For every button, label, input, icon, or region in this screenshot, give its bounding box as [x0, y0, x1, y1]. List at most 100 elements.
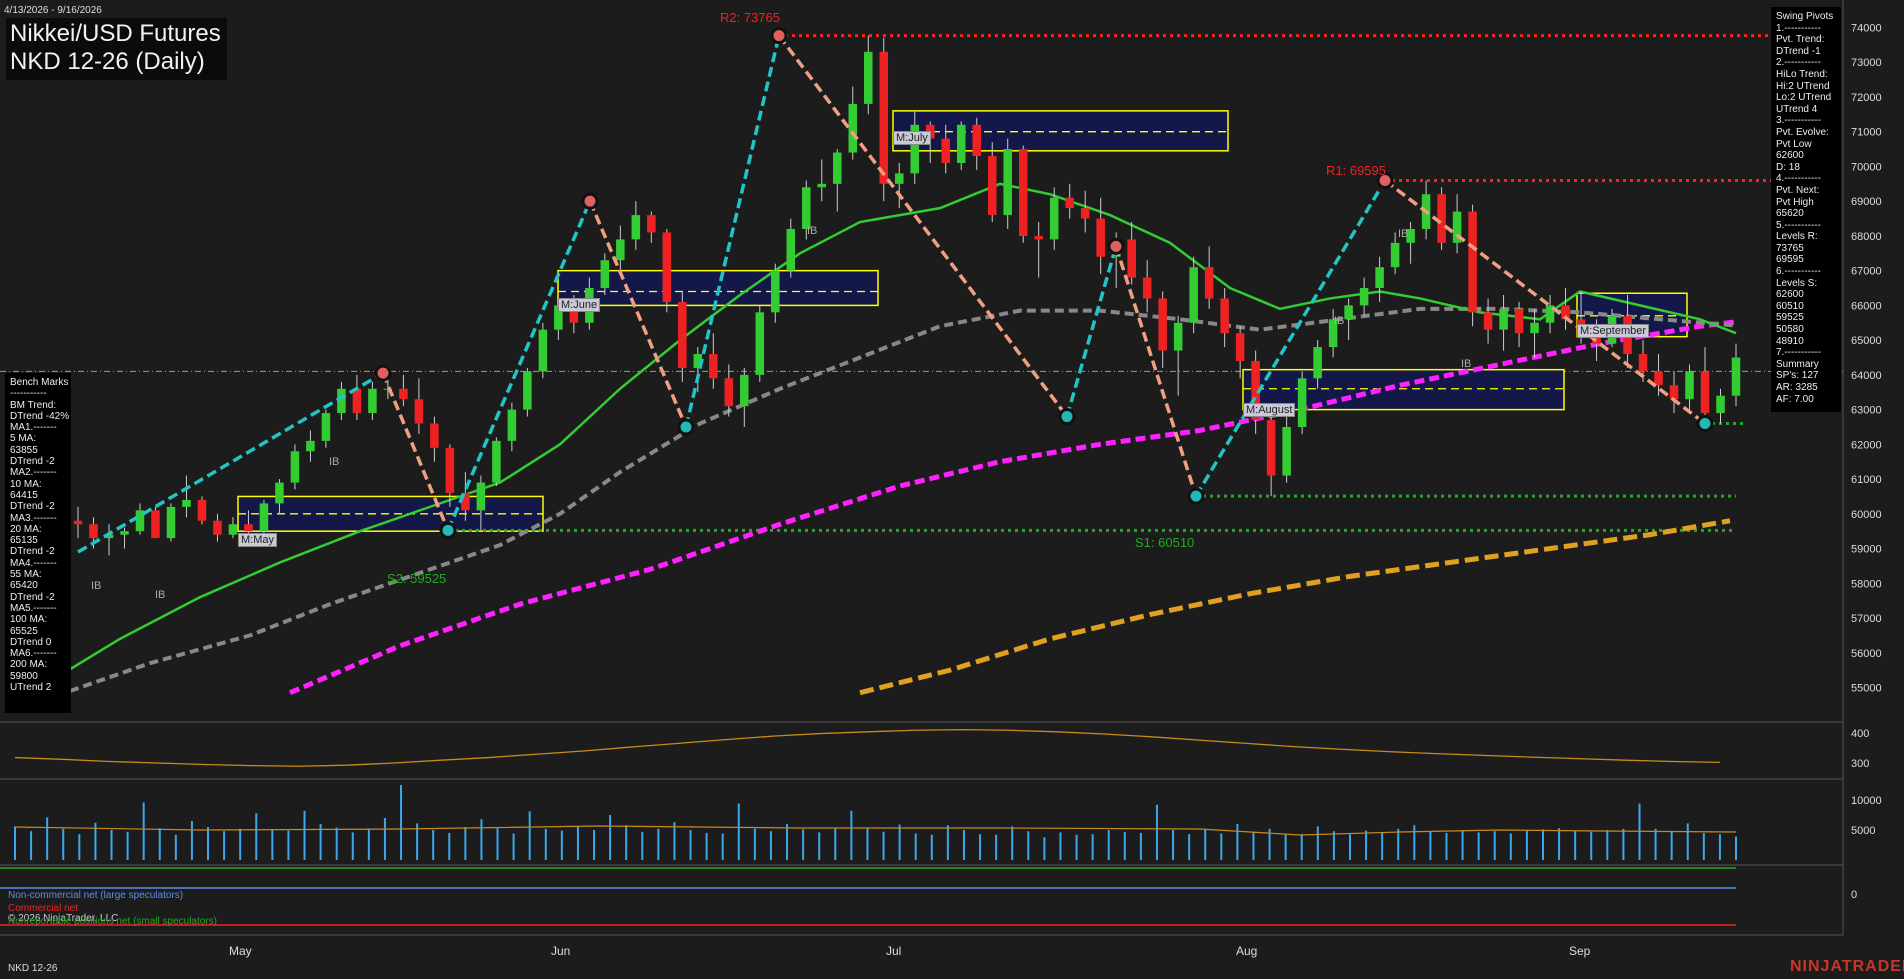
swing-high-marker	[1107, 237, 1125, 255]
candle-body	[290, 451, 300, 483]
swing-pivot-line: DTrend -1	[1776, 45, 1821, 57]
candle-body	[275, 482, 284, 504]
candle-body	[197, 499, 207, 521]
swing-pivot-line: SP's: 127	[1776, 370, 1819, 382]
candle-body	[1158, 298, 1167, 351]
bench-mark-line: -----------	[10, 388, 47, 400]
footer-symbol: NKD 12-26	[8, 963, 58, 974]
swing-pivot-line: 48910	[1776, 335, 1804, 347]
candle-body	[879, 51, 889, 184]
x-tick-jun: Jun	[551, 944, 571, 958]
candle-body	[89, 524, 98, 539]
candle-body	[755, 312, 765, 375]
y-tick-label: 58000	[1851, 578, 1882, 590]
candle-body	[151, 510, 160, 539]
candle-body	[414, 399, 424, 424]
candle-body	[1018, 149, 1028, 236]
swing-line	[446, 200, 592, 532]
candle-body	[1700, 371, 1710, 414]
candle-body	[244, 524, 253, 532]
volume-tick-label: 10000	[1851, 795, 1882, 807]
ma-200-line	[859, 518, 1731, 696]
swing-pivot-line: HiLo Trend:	[1776, 68, 1828, 80]
candle-body	[678, 301, 687, 368]
candle-body	[740, 374, 749, 407]
candle-body	[817, 183, 827, 188]
candle-body	[894, 173, 904, 184]
swing-high-marker	[374, 364, 392, 382]
candle-body	[492, 440, 501, 483]
swing-low-marker	[439, 521, 457, 539]
bench-mark-line: 63855	[10, 444, 38, 456]
r1-label: R1: 69595	[1326, 163, 1386, 178]
ib-marker: IB	[329, 456, 340, 468]
swing-pivot-line: 4.-----------	[1776, 173, 1821, 185]
candle-body	[1654, 371, 1663, 386]
cot-tick-label: 0	[1851, 889, 1857, 901]
candle-body	[1530, 322, 1539, 334]
swing-pivot-line: Lo:2 UTrend	[1776, 92, 1832, 104]
bench-mark-line: 65525	[10, 625, 38, 637]
candle-body	[306, 440, 315, 452]
candle-body	[1313, 347, 1322, 379]
candle-body	[802, 187, 811, 229]
swing-pivot-line: 7.-----------	[1776, 347, 1821, 359]
price-chart[interactable]: 55000 56000 57000 58000 59000 60000 61000 62000…	[0, 0, 1904, 979]
bench-mark-line: 5 MA:	[10, 433, 37, 445]
y-tick-label: 71000	[1851, 127, 1882, 139]
candle-body	[956, 124, 966, 163]
swing-line	[684, 35, 781, 428]
bench-mark-line: 65135	[10, 535, 38, 547]
candle-body	[182, 499, 191, 507]
candle-body	[1375, 267, 1384, 289]
swing-pivot-line: Swing Pivots	[1776, 11, 1834, 22]
swing-pivot-line: Hi:2 UTrend	[1776, 80, 1830, 92]
bench-mark-line: 10 MA:	[10, 478, 42, 490]
swing-low-marker	[677, 418, 695, 436]
candle-body	[399, 388, 408, 400]
swing-high-marker	[770, 27, 788, 45]
bench-mark-line: DTrend 0	[10, 636, 52, 648]
candle-body	[476, 482, 486, 511]
candle-body	[616, 239, 625, 261]
candle-body	[1080, 208, 1090, 219]
swing-pivot-line: Levels R:	[1776, 231, 1818, 243]
y-axis-labels: 55000 56000 57000 58000 59000 60000 61000 62000…	[1851, 23, 1882, 902]
y-tick-label: 59000	[1851, 544, 1882, 556]
bench-mark-line: DTrend -2	[10, 501, 55, 513]
ib-marker: IB	[1334, 315, 1345, 327]
bench-mark-line: 20 MA:	[10, 523, 42, 535]
atr-tick-label: 300	[1851, 758, 1869, 770]
candle-body	[848, 103, 858, 153]
bench-mark-line: BM Trend:	[10, 399, 57, 411]
bench-mark-line: MA2.-------	[10, 467, 57, 479]
candle-body	[1716, 395, 1725, 414]
y-tick-label: 60000	[1851, 509, 1882, 521]
candle-body	[538, 329, 548, 372]
candle-body	[1189, 267, 1198, 323]
candle-body	[430, 423, 439, 448]
swing-pivot-line: UTrend 4	[1776, 103, 1818, 115]
candle-body	[1282, 426, 1291, 476]
candle-body	[213, 520, 222, 535]
swing-pivot-line: 3.-----------	[1776, 115, 1821, 127]
candle-body	[166, 506, 176, 539]
candle-body	[73, 520, 83, 525]
candle-body	[631, 215, 641, 240]
bench-mark-line: MA1.-------	[10, 422, 57, 434]
candle-body	[941, 138, 950, 163]
ib-marker: IB	[1461, 358, 1472, 370]
r2-label: R2: 73765	[720, 10, 780, 25]
candle-body	[1731, 357, 1741, 396]
y-tick-label: 65000	[1851, 335, 1882, 347]
swing-pivot-line: AR: 3285	[1776, 382, 1818, 393]
swing-line	[1065, 245, 1118, 418]
candle-body	[228, 524, 238, 535]
bench-mark-line: 55 MA:	[10, 569, 42, 581]
candle-body	[724, 378, 734, 407]
atr-tick-label: 400	[1851, 728, 1869, 740]
swing-pivot-line: 60510	[1776, 300, 1804, 312]
ib-marker: IB	[155, 589, 166, 601]
swing-pivot-line: 5.-----------	[1776, 219, 1821, 231]
candle-body	[321, 413, 331, 441]
